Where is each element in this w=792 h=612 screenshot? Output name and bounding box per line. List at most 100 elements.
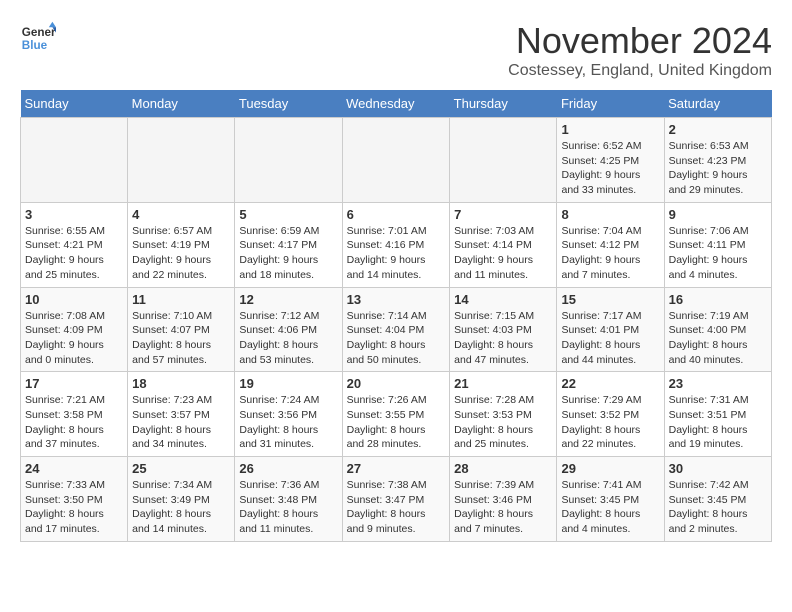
calendar-cell	[21, 118, 128, 203]
calendar-cell: 5Sunrise: 6:59 AM Sunset: 4:17 PM Daylig…	[235, 202, 342, 287]
day-info: Sunrise: 7:14 AM Sunset: 4:04 PM Dayligh…	[347, 309, 446, 368]
header-day-monday: Monday	[128, 90, 235, 118]
day-number: 15	[561, 292, 659, 307]
calendar-cell	[235, 118, 342, 203]
day-info: Sunrise: 7:36 AM Sunset: 3:48 PM Dayligh…	[239, 478, 337, 537]
calendar-cell: 27 Sunrise: 7:38 AM Sunset: 3:47 PM Dayli…	[342, 457, 450, 542]
calendar-cell: 4 Sunrise: 6:57 AM Sunset: 4:19 PM Daylig…	[128, 202, 235, 287]
calendar-cell: 9 Sunrise: 7:06 AM Sunset: 4:11 PM Daylig…	[664, 202, 771, 287]
day-info: Sunrise: 7:29 AM Sunset: 3:52 PM Dayligh…	[561, 393, 659, 452]
day-info: Sunrise: 7:08 AM Sunset: 4:09 PM Dayligh…	[25, 309, 123, 368]
day-info: Sunrise: 7:19 AM Sunset: 4:00 PM Dayligh…	[669, 309, 767, 368]
calendar-cell: 26 Sunrise: 7:36 AM Sunset: 3:48 PM Dayli…	[235, 457, 342, 542]
day-info: Sunrise: 6:55 AM Sunset: 4:21 PM Dayligh…	[25, 224, 123, 283]
calendar-cell: 29 Sunrise: 7:41 AM Sunset: 3:45 PM Dayli…	[557, 457, 664, 542]
header-day-wednesday: Wednesday	[342, 90, 450, 118]
day-number: 23	[669, 376, 767, 391]
week-row-5: 24 Sunrise: 7:33 AM Sunset: 3:50 PM Dayli…	[21, 457, 772, 542]
day-info: Sunrise: 7:06 AM Sunset: 4:11 PM Dayligh…	[669, 224, 767, 283]
day-info: Sunrise: 7:15 AM Sunset: 4:03 PM Dayligh…	[454, 309, 552, 368]
day-info: Sunrise: 7:17 AM Sunset: 4:01 PM Dayligh…	[561, 309, 659, 368]
day-number: 10	[25, 292, 123, 307]
calendar-cell: 7Sunrise: 7:03 AM Sunset: 4:14 PM Daylig…	[450, 202, 557, 287]
calendar-cell: 10 Sunrise: 7:08 AM Sunset: 4:09 PM Dayli…	[21, 287, 128, 372]
day-number: 28	[454, 461, 552, 476]
title-section: November 2024 Costessey, England, United…	[508, 20, 772, 80]
day-number: 26	[239, 461, 337, 476]
header: General Blue November 2024 Costessey, En…	[20, 20, 772, 80]
day-info: Sunrise: 6:52 AM Sunset: 4:25 PM Dayligh…	[561, 139, 659, 198]
week-row-2: 3 Sunrise: 6:55 AM Sunset: 4:21 PM Daylig…	[21, 202, 772, 287]
svg-text:General: General	[22, 26, 56, 39]
day-info: Sunrise: 7:26 AM Sunset: 3:55 PM Dayligh…	[347, 393, 446, 452]
calendar-cell: 14 Sunrise: 7:15 AM Sunset: 4:03 PM Dayli…	[450, 287, 557, 372]
calendar-cell: 2Sunrise: 6:53 AM Sunset: 4:23 PM Daylig…	[664, 118, 771, 203]
week-row-1: 1 Sunrise: 6:52 AM Sunset: 4:25 PM Daylig…	[21, 118, 772, 203]
day-number: 1	[561, 122, 659, 137]
calendar-cell: 17 Sunrise: 7:21 AM Sunset: 3:58 PM Dayli…	[21, 372, 128, 457]
day-info: Sunrise: 7:34 AM Sunset: 3:49 PM Dayligh…	[132, 478, 230, 537]
day-number: 19	[239, 376, 337, 391]
calendar-cell: 23 Sunrise: 7:31 AM Sunset: 3:51 PM Dayli…	[664, 372, 771, 457]
calendar-cell: 21Sunrise: 7:28 AM Sunset: 3:53 PM Dayli…	[450, 372, 557, 457]
day-info: Sunrise: 7:21 AM Sunset: 3:58 PM Dayligh…	[25, 393, 123, 452]
day-number: 24	[25, 461, 123, 476]
header-day-sunday: Sunday	[21, 90, 128, 118]
header-day-saturday: Saturday	[664, 90, 771, 118]
day-info: Sunrise: 7:04 AM Sunset: 4:12 PM Dayligh…	[561, 224, 659, 283]
day-info: Sunrise: 6:53 AM Sunset: 4:23 PM Dayligh…	[669, 139, 767, 198]
day-info: Sunrise: 7:31 AM Sunset: 3:51 PM Dayligh…	[669, 393, 767, 452]
calendar-cell: 16 Sunrise: 7:19 AM Sunset: 4:00 PM Dayli…	[664, 287, 771, 372]
day-number: 29	[561, 461, 659, 476]
calendar-cell: 12Sunrise: 7:12 AM Sunset: 4:06 PM Dayli…	[235, 287, 342, 372]
calendar-cell	[128, 118, 235, 203]
calendar-cell: 28 Sunrise: 7:39 AM Sunset: 3:46 PM Dayli…	[450, 457, 557, 542]
day-number: 21	[454, 376, 552, 391]
day-info: Sunrise: 6:57 AM Sunset: 4:19 PM Dayligh…	[132, 224, 230, 283]
calendar-cell: 13Sunrise: 7:14 AM Sunset: 4:04 PM Dayli…	[342, 287, 450, 372]
calendar-cell: 18 Sunrise: 7:23 AM Sunset: 3:57 PM Dayli…	[128, 372, 235, 457]
day-info: Sunrise: 7:39 AM Sunset: 3:46 PM Dayligh…	[454, 478, 552, 537]
calendar-cell: 1 Sunrise: 6:52 AM Sunset: 4:25 PM Daylig…	[557, 118, 664, 203]
week-row-3: 10 Sunrise: 7:08 AM Sunset: 4:09 PM Dayli…	[21, 287, 772, 372]
day-number: 22	[561, 376, 659, 391]
header-day-tuesday: Tuesday	[235, 90, 342, 118]
day-info: Sunrise: 7:10 AM Sunset: 4:07 PM Dayligh…	[132, 309, 230, 368]
day-number: 4	[132, 207, 230, 222]
calendar-table: SundayMondayTuesdayWednesdayThursdayFrid…	[20, 90, 772, 542]
header-day-thursday: Thursday	[450, 90, 557, 118]
day-number: 30	[669, 461, 767, 476]
location-title: Costessey, England, United Kingdom	[508, 62, 772, 80]
week-row-4: 17 Sunrise: 7:21 AM Sunset: 3:58 PM Dayli…	[21, 372, 772, 457]
day-number: 3	[25, 207, 123, 222]
day-number: 6	[347, 207, 446, 222]
day-number: 20	[347, 376, 446, 391]
day-number: 8	[561, 207, 659, 222]
day-number: 17	[25, 376, 123, 391]
calendar-cell: 22 Sunrise: 7:29 AM Sunset: 3:52 PM Dayli…	[557, 372, 664, 457]
day-number: 27	[347, 461, 446, 476]
calendar-cell: 15 Sunrise: 7:17 AM Sunset: 4:01 PM Dayli…	[557, 287, 664, 372]
day-info: Sunrise: 7:42 AM Sunset: 3:45 PM Dayligh…	[669, 478, 767, 537]
logo: General Blue	[20, 20, 56, 56]
day-info: Sunrise: 7:24 AM Sunset: 3:56 PM Dayligh…	[239, 393, 337, 452]
calendar-cell	[450, 118, 557, 203]
day-number: 14	[454, 292, 552, 307]
calendar-cell: 3 Sunrise: 6:55 AM Sunset: 4:21 PM Daylig…	[21, 202, 128, 287]
calendar-cell: 19 Sunrise: 7:24 AM Sunset: 3:56 PM Dayli…	[235, 372, 342, 457]
day-info: Sunrise: 7:23 AM Sunset: 3:57 PM Dayligh…	[132, 393, 230, 452]
day-info: Sunrise: 7:41 AM Sunset: 3:45 PM Dayligh…	[561, 478, 659, 537]
day-info: Sunrise: 6:59 AM Sunset: 4:17 PM Dayligh…	[239, 224, 337, 283]
day-number: 25	[132, 461, 230, 476]
header-row: SundayMondayTuesdayWednesdayThursdayFrid…	[21, 90, 772, 118]
calendar-cell: 8 Sunrise: 7:04 AM Sunset: 4:12 PM Daylig…	[557, 202, 664, 287]
day-info: Sunrise: 7:33 AM Sunset: 3:50 PM Dayligh…	[25, 478, 123, 537]
day-info: Sunrise: 7:01 AM Sunset: 4:16 PM Dayligh…	[347, 224, 446, 283]
month-title: November 2024	[508, 20, 772, 62]
svg-text:Blue: Blue	[22, 39, 48, 52]
day-info: Sunrise: 7:38 AM Sunset: 3:47 PM Dayligh…	[347, 478, 446, 537]
day-number: 18	[132, 376, 230, 391]
day-number: 9	[669, 207, 767, 222]
calendar-cell: 6 Sunrise: 7:01 AM Sunset: 4:16 PM Daylig…	[342, 202, 450, 287]
day-number: 16	[669, 292, 767, 307]
